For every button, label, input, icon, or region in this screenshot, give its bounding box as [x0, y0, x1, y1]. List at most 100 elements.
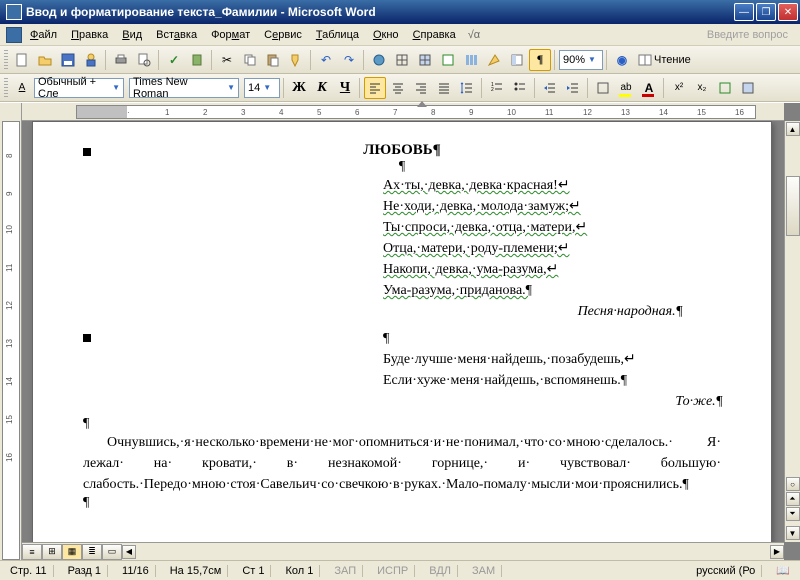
permission-button[interactable]: [80, 49, 102, 71]
tables-borders-button[interactable]: [391, 49, 413, 71]
menu-table[interactable]: Таблица: [310, 27, 365, 43]
next-page-button[interactable]: ⏷: [786, 507, 800, 521]
excel-button[interactable]: [437, 49, 459, 71]
align-right-button[interactable]: [410, 77, 432, 99]
zoom-combo[interactable]: 90%▼: [559, 50, 603, 70]
reading-layout-button[interactable]: Чтение: [634, 53, 695, 67]
drawing-button[interactable]: [483, 49, 505, 71]
columns-button[interactable]: [460, 49, 482, 71]
status-position[interactable]: На 15,7см: [164, 565, 229, 577]
print-button[interactable]: [110, 49, 132, 71]
show-formatting-button[interactable]: ¶: [529, 49, 551, 71]
status-line[interactable]: Ст 1: [236, 565, 271, 577]
styles-pane-button[interactable]: A: [11, 77, 33, 99]
web-view-button[interactable]: ⊞: [42, 544, 62, 560]
close-button[interactable]: ✕: [778, 3, 798, 21]
size-combo[interactable]: 14▼: [244, 78, 280, 98]
insert-table-button[interactable]: [414, 49, 436, 71]
reading-view-button[interactable]: ▭: [102, 544, 122, 560]
copy-button[interactable]: [239, 49, 261, 71]
spellcheck-status-icon[interactable]: 📖: [770, 564, 796, 577]
document-scroll-view[interactable]: ЛЮБОВЬ¶ ¶ Ах·ты,·девка,·девка·красная!↵ …: [22, 121, 784, 542]
status-section[interactable]: Разд 1: [62, 565, 108, 577]
align-center-button[interactable]: [387, 77, 409, 99]
prev-page-button[interactable]: ⏶: [786, 492, 800, 506]
paste-button[interactable]: [262, 49, 284, 71]
horizontal-ruler[interactable]: · 1 2 3 4 5 6 7 8 9 10 11 12 13 14 15 16: [22, 103, 784, 121]
scroll-left-button[interactable]: ◀: [122, 545, 136, 559]
help-search-input[interactable]: Введите вопрос: [707, 29, 794, 41]
hscroll-track[interactable]: [136, 545, 770, 559]
subscript-button[interactable]: x₂: [691, 77, 713, 99]
help-button[interactable]: ◉: [611, 49, 633, 71]
superscript-button[interactable]: x²: [668, 77, 690, 99]
menu-insert[interactable]: Вставка: [150, 27, 203, 43]
maximize-button[interactable]: ❐: [756, 3, 776, 21]
numbering-button[interactable]: 12: [486, 77, 508, 99]
highlight-button[interactable]: ab: [615, 77, 637, 99]
menu-formula[interactable]: √α: [464, 29, 484, 41]
toolbar-grip[interactable]: [4, 50, 8, 70]
scroll-up-button[interactable]: ▲: [786, 122, 800, 136]
select-all-button[interactable]: [737, 77, 759, 99]
redo-button[interactable]: ↷: [338, 49, 360, 71]
undo-button[interactable]: ↶: [315, 49, 337, 71]
increase-indent-button[interactable]: [562, 77, 584, 99]
menu-window[interactable]: Окно: [367, 27, 405, 43]
status-page[interactable]: Стр. 11: [4, 565, 54, 577]
horizontal-scrollbar: ≡ ⊞ ▦ ≣ ▭ ◀ ▶: [22, 542, 784, 560]
first-line-indent-marker[interactable]: [417, 101, 427, 107]
underline-button[interactable]: Ч: [334, 77, 356, 99]
cut-button[interactable]: ✂: [216, 49, 238, 71]
menu-format[interactable]: Формат: [205, 27, 256, 43]
font-color-button[interactable]: A: [638, 77, 660, 99]
toolbar-grip[interactable]: [4, 78, 8, 98]
page[interactable]: ЛЮБОВЬ¶ ¶ Ах·ты,·девка,·девка·красная!↵ …: [32, 121, 772, 542]
minimize-button[interactable]: —: [734, 3, 754, 21]
print-preview-button[interactable]: [133, 49, 155, 71]
scroll-thumb[interactable]: [786, 176, 800, 236]
borders-button[interactable]: [592, 77, 614, 99]
menu-edit[interactable]: Правка: [65, 27, 114, 43]
docmap-button[interactable]: [506, 49, 528, 71]
vertical-ruler[interactable]: 8 9 10 11 12 13 14 15 16: [0, 103, 22, 560]
font-combo[interactable]: Times New Roman▼: [129, 78, 239, 98]
open-button[interactable]: [34, 49, 56, 71]
status-rec[interactable]: ЗАП: [328, 565, 363, 577]
status-trk[interactable]: ИСПР: [371, 565, 415, 577]
menu-help[interactable]: Справка: [407, 27, 462, 43]
line-spacing-button[interactable]: [456, 77, 478, 99]
save-button[interactable]: [57, 49, 79, 71]
hyperlink-button[interactable]: [368, 49, 390, 71]
vertical-scrollbar[interactable]: ▲ ▼ ○ ⏶ ⏷: [784, 121, 800, 542]
zoom-value: 90%: [563, 54, 585, 66]
menu-view[interactable]: Вид: [116, 27, 148, 43]
menu-tools[interactable]: Сервис: [258, 27, 308, 43]
style-combo[interactable]: Обычный + Сле▼: [34, 78, 124, 98]
status-ovr[interactable]: ЗАМ: [466, 565, 502, 577]
italic-button[interactable]: К: [311, 77, 333, 99]
new-doc-button[interactable]: [11, 49, 33, 71]
menu-file[interactable]: Файл: [24, 27, 63, 43]
decrease-indent-button[interactable]: [539, 77, 561, 99]
browse-object-button[interactable]: ○: [786, 477, 800, 491]
bold-button[interactable]: Ж: [288, 77, 310, 99]
status-pages[interactable]: 11/16: [116, 565, 156, 577]
format-painter-button[interactable]: [285, 49, 307, 71]
spellcheck-button[interactable]: ✓: [163, 49, 185, 71]
standard-toolbar: ✓ ✂ ↶ ↷ ¶ 90%▼ ◉ Чтение: [0, 46, 800, 74]
align-left-button[interactable]: [364, 77, 386, 99]
scroll-right-button[interactable]: ▶: [770, 545, 784, 559]
bullets-button[interactable]: [509, 77, 531, 99]
scroll-down-button[interactable]: ▼: [786, 526, 800, 540]
status-language[interactable]: русский (Ро: [690, 565, 762, 577]
print-layout-button[interactable]: ▦: [62, 544, 82, 560]
status-column[interactable]: Кол 1: [279, 565, 320, 577]
research-button[interactable]: [186, 49, 208, 71]
outline-view-button[interactable]: ≣: [82, 544, 102, 560]
poem-block: Ах·ты,·девка,·девка·красная!↵ Не·ходи,·д…: [383, 175, 683, 322]
status-ext[interactable]: ВДЛ: [423, 565, 458, 577]
insert-symbol-button[interactable]: [714, 77, 736, 99]
justify-button[interactable]: [433, 77, 455, 99]
normal-view-button[interactable]: ≡: [22, 544, 42, 560]
